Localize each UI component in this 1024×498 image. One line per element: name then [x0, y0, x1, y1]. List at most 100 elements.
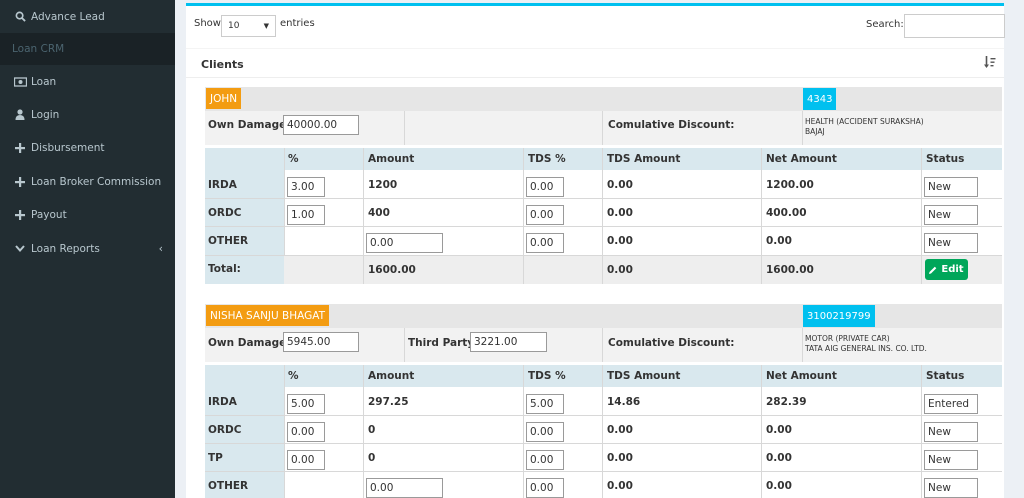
pct-input[interactable]: 5.00	[287, 394, 325, 414]
tds-amount-value: 14.86	[607, 396, 641, 408]
commission-table-header	[205, 365, 1002, 387]
clients-box: Show 10 ▼ entries Search: Clients JOHN 4…	[186, 3, 1005, 498]
cumulative-discount-label: Comulative Discount:	[608, 119, 735, 131]
amount-value: 0	[368, 452, 376, 464]
tds-pct-input[interactable]: 0.00	[526, 205, 564, 225]
cumulative-discount-label: Comulative Discount:	[608, 337, 735, 349]
amount-input[interactable]: 0.00	[366, 478, 443, 498]
client-name-badge: JOHN	[206, 88, 242, 109]
commission-table-header	[205, 148, 1002, 170]
search-icon	[12, 11, 28, 22]
pct-input[interactable]: 3.00	[287, 177, 325, 197]
sidebar-item-login[interactable]: Login	[0, 98, 175, 131]
status-input[interactable]: New	[924, 205, 978, 225]
tds-pct-input[interactable]: 5.00	[526, 394, 564, 414]
client-id-badge: 4343	[803, 88, 837, 110]
sidebar-item-loan[interactable]: Loan	[0, 65, 175, 98]
sidebar-item-label: Loan Broker Commission	[31, 175, 162, 188]
sidebar-item-disbursement[interactable]: Disbursement	[0, 131, 175, 164]
own-damage-label: Own Damage:	[208, 337, 291, 349]
policy-type: HEALTH (ACCIDENT SURAKSHA)	[805, 117, 924, 126]
status-input[interactable]: New	[924, 233, 978, 253]
col-header-status: Status	[926, 370, 965, 382]
net-amount-value: 0.00	[766, 235, 792, 247]
amount-value: 0	[368, 424, 376, 436]
third-party-label: Third Party:	[408, 337, 479, 349]
col-header-tds-pct: TDS %	[528, 370, 566, 382]
entries-label: entries	[280, 18, 315, 29]
sidebar-item-label: Loan Reports	[31, 242, 100, 255]
row-name: IRDA	[208, 396, 237, 408]
tds-amount-value: 0.00	[607, 235, 633, 247]
total-amount: 1600.00	[368, 264, 416, 276]
page-size-value: 10	[228, 21, 240, 31]
net-amount-value: 0.00	[766, 424, 792, 436]
pct-input[interactable]: 1.00	[287, 205, 325, 225]
tds-pct-input[interactable]: 0.00	[526, 478, 564, 498]
tds-pct-input[interactable]: 0.00	[526, 233, 564, 253]
row-name: TP	[208, 452, 223, 464]
search-label: Search:	[866, 19, 904, 30]
plus-icon	[12, 176, 28, 187]
own-damage-input[interactable]: 40000.00	[283, 115, 359, 135]
insurer-name: BAJAJ	[805, 127, 825, 136]
row-name: OTHER	[208, 480, 249, 492]
sidebar-item-loan-reports[interactable]: Loan Reports ‹	[0, 232, 175, 265]
total-net-amount: 1600.00	[766, 264, 814, 276]
status-input[interactable]: Entered	[924, 394, 978, 414]
amount-input[interactable]: 0.00	[366, 233, 443, 253]
status-input[interactable]: New	[924, 450, 978, 470]
sort-icon[interactable]	[984, 55, 996, 72]
col-header-amount: Amount	[368, 370, 415, 382]
tds-amount-value: 0.00	[607, 179, 633, 191]
client-id-badge: 3100219799	[803, 305, 875, 327]
sidebar-item-label: Advance Lead	[31, 10, 105, 23]
policy-type: MOTOR (PRIVATE CAR)	[805, 334, 890, 343]
col-header-tds-amount: TDS Amount	[607, 370, 681, 382]
tds-pct-input[interactable]: 0.00	[526, 422, 564, 442]
pct-input[interactable]: 0.00	[287, 450, 325, 470]
col-header-amount: Amount	[368, 153, 415, 165]
pencil-icon	[929, 266, 937, 274]
col-header-tds-pct: TDS %	[528, 153, 566, 165]
sidebar-item-label: Loan	[31, 75, 57, 88]
pct-input[interactable]: 0.00	[287, 422, 325, 442]
main-content: Show 10 ▼ entries Search: Clients JOHN 4…	[175, 0, 1024, 498]
sidebar-item-loan-broker-commission[interactable]: Loan Broker Commission	[0, 165, 175, 198]
edit-button-label: Edit	[941, 264, 964, 275]
clients-header: Clients	[186, 48, 1004, 78]
edit-button[interactable]: Edit	[925, 259, 968, 280]
col-header-net-amount: Net Amount	[766, 153, 837, 165]
sidebar-section-header: Loan CRM	[0, 33, 175, 65]
col-header-pct: %	[288, 370, 299, 382]
clients-title: Clients	[201, 58, 244, 71]
show-label: Show	[194, 18, 221, 29]
row-name: ORDC	[208, 424, 242, 436]
status-input[interactable]: New	[924, 177, 978, 197]
net-amount-value: 282.39	[766, 396, 807, 408]
page-size-select[interactable]: 10 ▼	[221, 15, 276, 37]
amount-value: 1200	[368, 179, 398, 191]
net-amount-value: 1200.00	[766, 179, 814, 191]
col-header-net-amount: Net Amount	[766, 370, 837, 382]
sidebar-item-payout[interactable]: Payout	[0, 198, 175, 231]
own-damage-label: Own Damage:	[208, 119, 291, 131]
row-name: OTHER	[208, 235, 249, 247]
sidebar: Advance Lead Loan CRM Loan Login Disburs…	[0, 0, 175, 498]
tds-pct-input[interactable]: 0.00	[526, 450, 564, 470]
tds-amount-value: 0.00	[607, 480, 633, 492]
tds-pct-input[interactable]: 0.00	[526, 177, 564, 197]
search-input[interactable]	[904, 14, 1005, 38]
tds-amount-value: 0.00	[607, 207, 633, 219]
col-header-status: Status	[926, 153, 965, 165]
sidebar-item-advance-lead[interactable]: Advance Lead	[0, 0, 175, 33]
third-party-input[interactable]: 3221.00	[470, 332, 547, 352]
sidebar-item-label: Login	[31, 108, 60, 121]
amount-value: 400	[368, 207, 390, 219]
own-damage-input[interactable]: 5945.00	[283, 332, 359, 352]
status-input[interactable]: New	[924, 478, 978, 498]
status-input[interactable]: New	[924, 422, 978, 442]
money-icon	[12, 76, 28, 87]
insurer-name: TATA AIG GENERAL INS. CO. LTD.	[805, 344, 927, 353]
user-icon	[12, 109, 28, 120]
